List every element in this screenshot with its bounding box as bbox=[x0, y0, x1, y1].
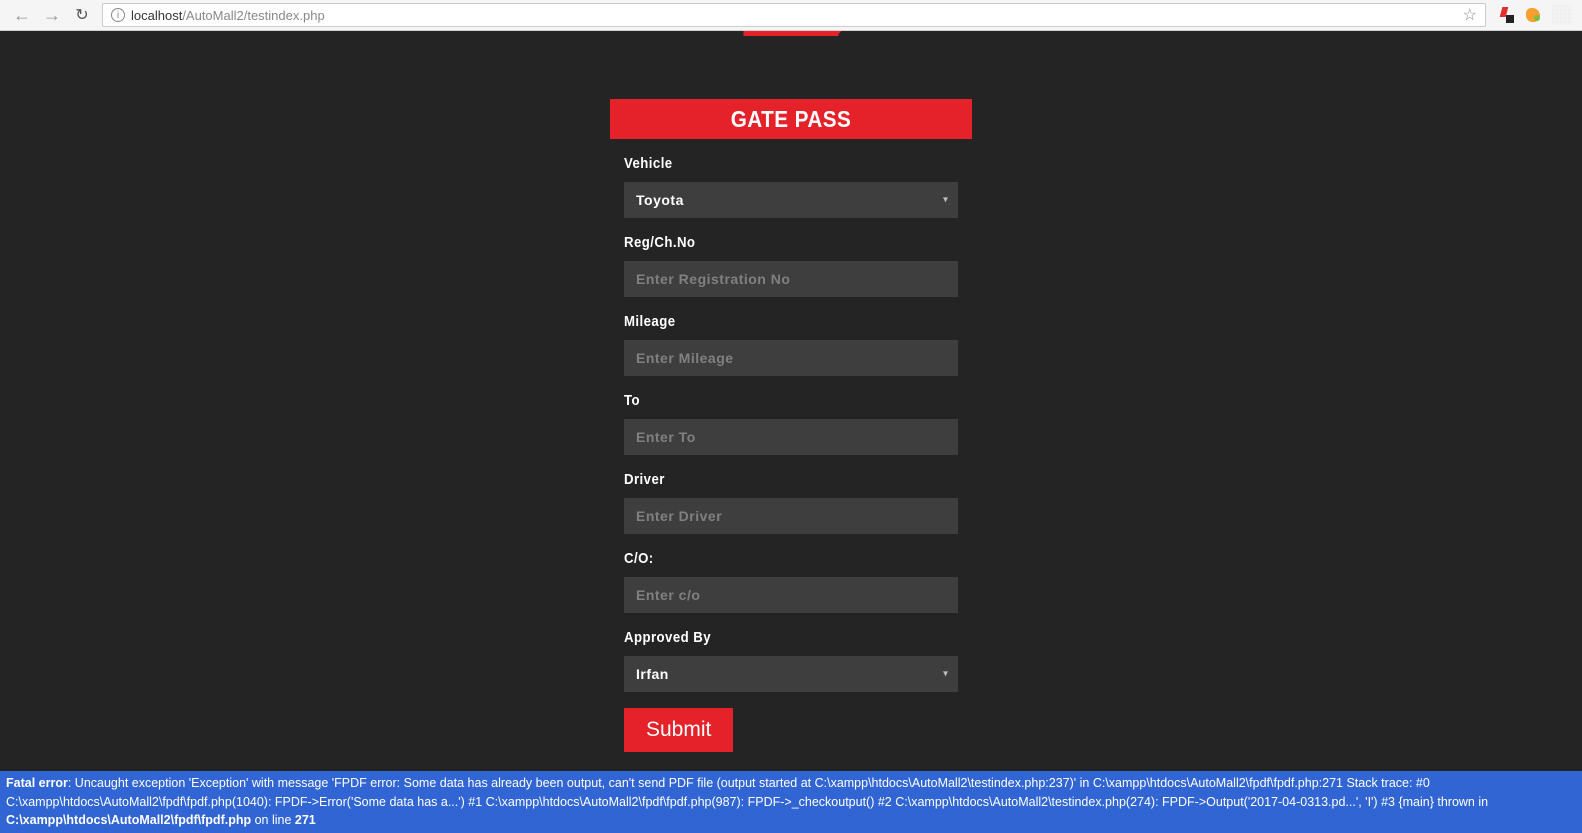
form-body: Vehicle Toyota Reg/Ch.No Mileage To bbox=[610, 139, 972, 772]
error-prefix: Fatal error bbox=[6, 776, 68, 790]
error-line: 271 bbox=[295, 813, 316, 827]
back-button[interactable]: ← bbox=[10, 3, 34, 27]
submit-button[interactable]: Submit bbox=[624, 708, 733, 752]
extensions bbox=[1496, 5, 1572, 25]
url-path: /AutoMall2/testindex.php bbox=[182, 8, 324, 23]
approved-label: Approved By bbox=[624, 629, 918, 646]
mileage-input[interactable] bbox=[624, 340, 958, 376]
co-label: C/O: bbox=[624, 550, 918, 567]
form-title: GATE PASS bbox=[731, 106, 852, 133]
php-error: Fatal error: Uncaught exception 'Excepti… bbox=[0, 771, 1582, 833]
address-bar[interactable]: i localhost /AutoMall2/testindex.php ☆ bbox=[102, 3, 1486, 27]
error-file: C:\xampp\htdocs\AutoMall2\fpdf\fpdf.php bbox=[6, 813, 251, 827]
logo-fragment bbox=[744, 31, 839, 36]
extension-icon[interactable] bbox=[1524, 5, 1544, 25]
mileage-label: Mileage bbox=[624, 313, 918, 330]
bookmark-icon[interactable]: ☆ bbox=[1463, 5, 1477, 25]
error-message: : Uncaught exception 'Exception' with me… bbox=[6, 776, 1488, 809]
driver-input[interactable] bbox=[624, 498, 958, 534]
gate-pass-form: GATE PASS Vehicle Toyota Reg/Ch.No Milea… bbox=[610, 99, 972, 772]
vehicle-select[interactable]: Toyota bbox=[624, 182, 958, 218]
info-icon[interactable]: i bbox=[111, 8, 125, 22]
extension-icon[interactable] bbox=[1552, 5, 1572, 25]
reload-button[interactable]: ↻ bbox=[70, 3, 94, 27]
browser-toolbar: ← → ↻ i localhost /AutoMall2/testindex.p… bbox=[0, 0, 1582, 31]
to-label: To bbox=[624, 392, 918, 409]
form-header: GATE PASS bbox=[610, 99, 972, 139]
page-body: GATE PASS Vehicle Toyota Reg/Ch.No Milea… bbox=[0, 31, 1582, 833]
to-input[interactable] bbox=[624, 419, 958, 455]
driver-label: Driver bbox=[624, 471, 918, 488]
reg-input[interactable] bbox=[624, 261, 958, 297]
extension-icon[interactable] bbox=[1496, 5, 1516, 25]
approved-select[interactable]: Irfan bbox=[624, 656, 958, 692]
error-on-line: on line bbox=[251, 813, 295, 827]
reg-label: Reg/Ch.No bbox=[624, 234, 918, 251]
forward-button[interactable]: → bbox=[40, 3, 64, 27]
vehicle-label: Vehicle bbox=[624, 155, 918, 172]
url-host: localhost bbox=[131, 8, 182, 23]
co-input[interactable] bbox=[624, 577, 958, 613]
